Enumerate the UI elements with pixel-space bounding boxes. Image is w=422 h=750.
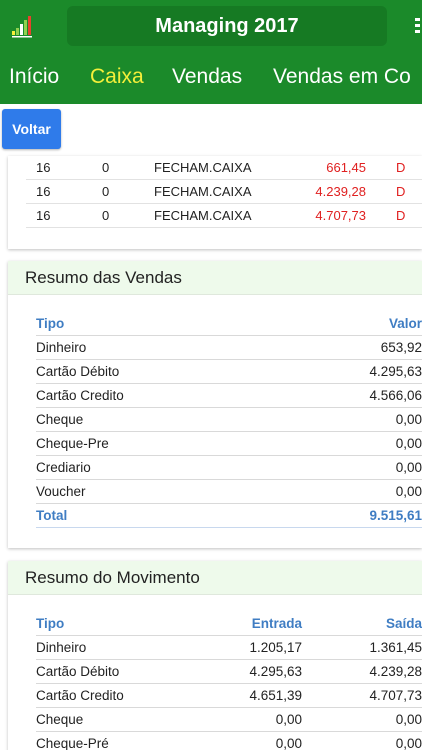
row-valor: 0,00 [395, 484, 422, 499]
row-tipo: Dinheiro [36, 640, 87, 655]
movement-row: 16 0 FECHAM.CAIXA 661,45 D [26, 156, 422, 180]
table-row: Dinheiro 653,92 [36, 336, 422, 360]
movement-value: 4.707,73 [315, 208, 366, 223]
row-saida: 0,00 [395, 712, 422, 727]
movement-desc: FECHAM.CAIXA [154, 184, 252, 199]
row-entrada: 4.295,63 [249, 664, 302, 679]
movement-value: 4.239,28 [315, 184, 366, 199]
table-row: Voucher 0,00 [36, 480, 422, 504]
table-row: Cheque-Pre 0,00 [36, 432, 422, 456]
movement-desc: FECHAM.CAIXA [154, 208, 252, 223]
total-value: 9.515,61 [369, 508, 422, 523]
resumo-movimento-card: Resumo do Movimento Tipo Entrada Saída D… [8, 561, 422, 750]
row-tipo: Cartão Credito [36, 688, 124, 703]
row-valor: 0,00 [395, 460, 422, 475]
row-entrada: 4.651,39 [249, 688, 302, 703]
table-total-row: Total 9.515,61 [36, 504, 422, 528]
tab-vendas-em-conta[interactable]: Vendas em Co [273, 65, 411, 89]
table-row: Cartão Credito 4.566,06 [36, 384, 422, 408]
row-saida: 4.239,28 [369, 664, 422, 679]
movement-type: D [396, 160, 406, 175]
table-row: Cheque-Pré 0,00 0,00 [36, 732, 422, 750]
movement-value: 661,45 [326, 160, 366, 175]
row-tipo: Voucher [36, 484, 86, 499]
table-row: Cartão Débito 4.295,63 [36, 360, 422, 384]
table-row: Dinheiro 1.205,17 1.361,45 [36, 636, 422, 660]
resumo-vendas-title: Resumo das Vendas [8, 261, 422, 295]
column-header-saida: Saída [385, 616, 422, 631]
movement-col2: 0 [102, 208, 110, 223]
column-header-valor: Valor [388, 316, 422, 331]
row-tipo: Cartão Credito [36, 388, 124, 403]
total-label: Total [36, 508, 68, 523]
movement-row: 16 0 FECHAM.CAIXA 4.239,28 D [26, 180, 422, 204]
table-header-row: Tipo Entrada Saída [36, 612, 422, 636]
tab-vendas[interactable]: Vendas [172, 65, 242, 89]
movement-desc: FECHAM.CAIXA [154, 160, 252, 175]
movement-col2: 0 [102, 160, 110, 175]
voltar-button[interactable]: Voltar [2, 109, 61, 149]
top-app-bar: Managing 2017 [0, 0, 422, 54]
row-tipo: Dinheiro [36, 340, 87, 355]
resumo-movimento-title: Resumo do Movimento [8, 561, 422, 595]
table-header-row: Tipo Valor [36, 312, 422, 336]
row-saida: 4.707,73 [369, 688, 422, 703]
row-valor: 0,00 [395, 436, 422, 451]
column-header-tipo: Tipo [36, 616, 65, 631]
row-valor: 653,92 [380, 340, 422, 355]
row-tipo: Cheque-Pré [36, 736, 109, 750]
movements-card: 16 0 FECHAM.CAIXA 661,45 D 16 0 FECHAM.C… [8, 156, 422, 249]
kebab-menu-icon[interactable] [415, 18, 422, 36]
row-tipo: Cheque-Pre [36, 436, 109, 451]
row-entrada: 0,00 [275, 712, 302, 727]
app-title: Managing 2017 [67, 6, 387, 46]
column-header-entrada: Entrada [251, 616, 302, 631]
movement-col1: 16 [36, 208, 51, 223]
movement-col1: 16 [36, 160, 51, 175]
row-valor: 4.566,06 [369, 388, 422, 403]
tab-inicio[interactable]: Início [9, 65, 59, 89]
row-tipo: Crediario [36, 460, 91, 475]
row-tipo: Cheque [36, 412, 84, 427]
row-tipo: Cartão Débito [36, 364, 120, 379]
table-row: Cartão Credito 4.651,39 4.707,73 [36, 684, 422, 708]
row-valor: 4.295,63 [369, 364, 422, 379]
tab-caixa[interactable]: Caixa [90, 65, 144, 89]
column-header-tipo: Tipo [36, 316, 65, 331]
movement-type: D [396, 208, 406, 223]
table-row: Cartão Débito 4.295,63 4.239,28 [36, 660, 422, 684]
table-row: Crediario 0,00 [36, 456, 422, 480]
row-entrada: 1.205,17 [249, 640, 302, 655]
table-row: Cheque 0,00 [36, 408, 422, 432]
table-row: Cheque 0,00 0,00 [36, 708, 422, 732]
row-valor: 0,00 [395, 412, 422, 427]
movement-row: 16 0 FECHAM.CAIXA 4.707,73 D [26, 204, 422, 228]
row-saida: 0,00 [395, 736, 422, 750]
movement-col2: 0 [102, 184, 110, 199]
row-tipo: Cheque [36, 712, 84, 727]
tab-bar: Início Caixa Vendas Vendas em Co [0, 54, 422, 104]
row-tipo: Cartão Débito [36, 664, 120, 679]
movement-col1: 16 [36, 184, 51, 199]
app-screen: Managing 2017 Início Caixa Vendas Vendas… [0, 0, 422, 750]
resumo-vendas-card: Resumo das Vendas Tipo Valor Dinheiro 65… [8, 261, 422, 548]
movement-type: D [396, 184, 406, 199]
row-saida: 1.361,45 [369, 640, 422, 655]
row-entrada: 0,00 [275, 736, 302, 750]
bar-chart-logo-icon[interactable] [11, 12, 37, 38]
